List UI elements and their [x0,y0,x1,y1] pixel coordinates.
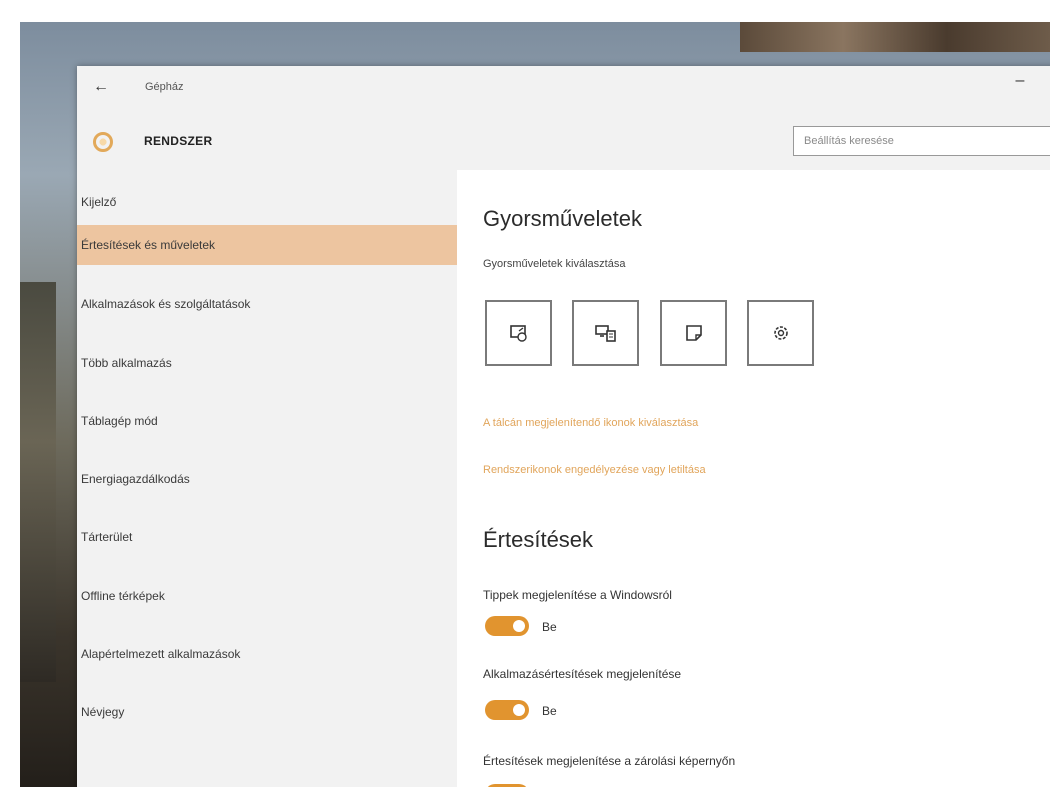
note-icon [685,325,702,341]
page-title: RENDSZER [144,134,213,148]
settings-icon [773,326,788,340]
app-notifications-toggle[interactable] [485,700,529,720]
quick-action-settings-button[interactable] [747,300,814,366]
window-title: Gépház [145,81,184,93]
sidebar-item-label: Offline térképek [81,589,165,603]
desktop-background: ← Gépház – RENDSZER Kijelző Értesítések … [20,22,1050,787]
quick-action-note-button[interactable] [660,300,727,366]
sidebar-item-label: Névjegy [81,705,125,719]
sidebar-item-default-apps[interactable]: Alapértelmezett alkalmazások [77,634,457,674]
sidebar-item-notifications[interactable]: Értesítések és műveletek [77,225,457,265]
main-content: Gyorsműveletek Gyorsműveletek kiválasztá… [457,170,1050,787]
setting-label-app-notifications: Alkalmazásértesítések megjelenítése [483,667,682,681]
sidebar-item-label: Energiagazdálkodás [81,472,190,486]
sidebar-item-multitasking[interactable]: Több alkalmazás [77,343,457,383]
sidebar-item-storage[interactable]: Tárterület [77,517,457,557]
quick-action-connect-button[interactable] [572,300,639,366]
sidebar: Kijelző Értesítések és műveletek Alkalma… [77,170,457,787]
back-arrow-icon[interactable]: ← [93,78,109,96]
wallpaper-detail [20,282,56,682]
minimize-button[interactable]: – [1007,72,1033,94]
quick-actions-heading: Gyorsműveletek [483,206,642,231]
sidebar-item-label: Alkalmazások és szolgáltatások [81,297,251,311]
search-input[interactable] [794,127,1050,155]
settings-window: ← Gépház – RENDSZER Kijelző Értesítések … [77,66,1050,787]
sidebar-item-label: Több alkalmazás [81,356,172,370]
connect-icon [594,325,616,342]
toggle-state-label: Be [542,704,557,718]
sidebar-item-power[interactable]: Energiagazdálkodás [77,459,457,499]
wallpaper-detail [740,22,1050,52]
sidebar-item-tablet-mode[interactable]: Táblagép mód [77,401,457,441]
quick-action-tablet-mode-button[interactable] [485,300,552,366]
quick-actions-subheading: Gyorsműveletek kiválasztása [483,258,626,270]
notifications-heading: Értesítések [483,527,594,552]
toggle-knob [513,620,525,632]
toggle-state-label: Be [542,620,557,634]
title-bar: ← Gépház – RENDSZER [77,66,1050,170]
search-box[interactable] [793,126,1050,156]
system-icons-link[interactable]: Rendszerikonok engedélyezése vagy letilt… [483,464,706,476]
setting-label-lock-screen: Értesítések megjelenítése a zárolási kép… [483,754,736,768]
sidebar-item-apps-features[interactable]: Alkalmazások és szolgáltatások [77,284,457,324]
sidebar-item-display[interactable]: Kijelző [77,182,457,222]
toggle-knob [513,704,525,716]
tablet-mode-icon [509,325,527,342]
tips-toggle[interactable] [485,616,529,636]
sidebar-item-about[interactable]: Névjegy [77,692,457,732]
sidebar-item-label: Táblagép mód [81,414,158,428]
sidebar-item-label: Kijelző [81,195,117,209]
setting-label-tips: Tippek megjelenítése a Windowsról [483,588,672,602]
taskbar-icons-link[interactable]: A tálcán megjelenítendő ikonok kiválaszt… [483,417,698,429]
sidebar-item-offline-maps[interactable]: Offline térképek [77,576,457,616]
gear-icon [93,132,113,152]
sidebar-item-label: Tárterület [81,530,133,544]
sidebar-item-label: Alapértelmezett alkalmazások [81,647,241,661]
sidebar-item-label: Értesítések és műveletek [81,238,216,252]
